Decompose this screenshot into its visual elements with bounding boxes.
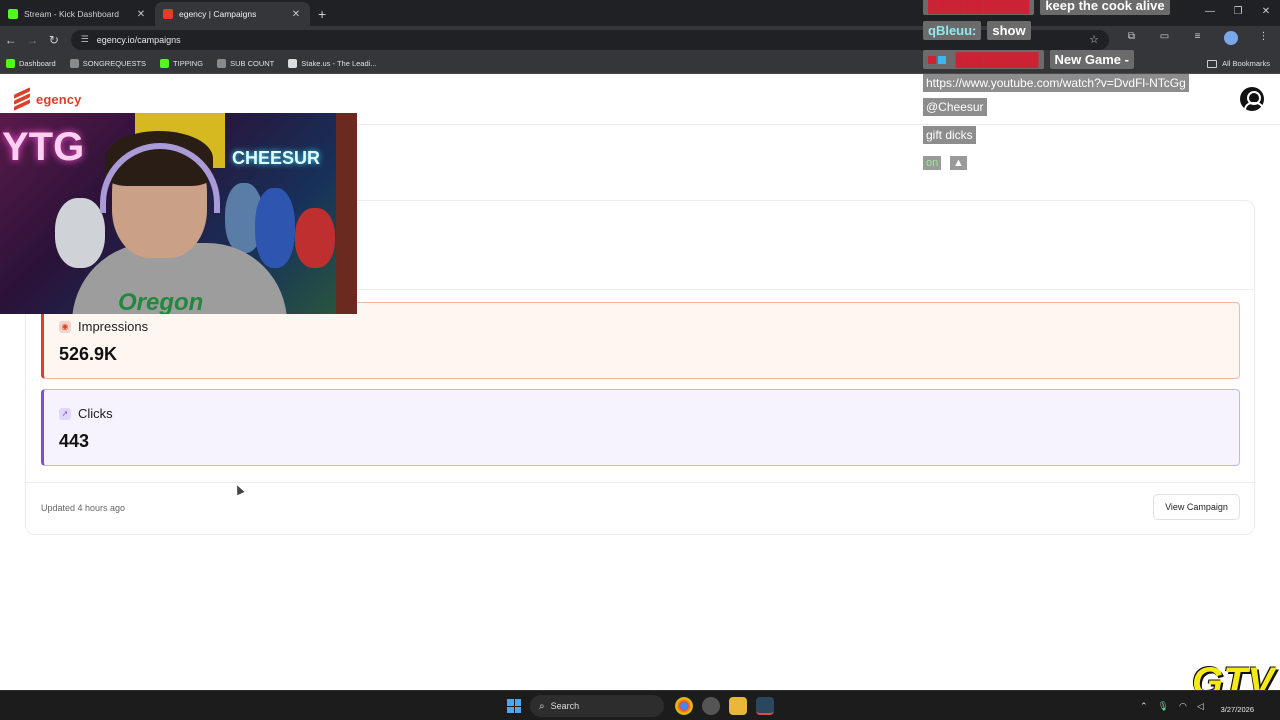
chat-username-redacted: ███████████ — [923, 0, 1035, 15]
clicks-metric: ➚ Clicks 443 — [41, 389, 1240, 466]
user-account-icon[interactable] — [1240, 87, 1264, 111]
steam-icon[interactable] — [756, 697, 774, 715]
bookmark-dashboard[interactable]: Dashboard — [6, 58, 56, 68]
bookmark-star-icon[interactable]: ☆ — [1089, 33, 1099, 46]
plush-toy — [255, 188, 295, 268]
forward-icon[interactable]: → — [22, 33, 44, 47]
chat-text: show — [987, 21, 1031, 40]
clock[interactable]: 3/27/2026 — [1212, 697, 1254, 715]
close-tab-icon[interactable]: ✕ — [135, 9, 147, 20]
kick-favicon-icon — [8, 9, 18, 19]
chat-mention: @Cheesur — [923, 98, 987, 116]
all-bookmarks-label: All Bookmarks — [1222, 59, 1270, 68]
maximize-icon[interactable]: ❐ — [1224, 0, 1252, 24]
view-campaign-button[interactable]: View Campaign — [1153, 494, 1240, 520]
metric-header: ➚ Clicks — [59, 406, 113, 421]
chat-text-line: gift dicks — [923, 126, 976, 144]
all-bookmarks-button[interactable]: All Bookmarks — [1207, 53, 1270, 74]
bookmark-label: Stake.us - The Leadi... — [301, 58, 377, 68]
bookmark-label: SONGREQUESTS — [82, 58, 147, 68]
plush-toy — [55, 198, 105, 268]
search-label: Search — [550, 701, 580, 711]
chat-text-line: on — [923, 156, 942, 170]
kick-bookmark-icon — [6, 58, 15, 68]
chat-message: qBleuu: show — [923, 21, 1037, 40]
obs-icon[interactable] — [702, 697, 720, 715]
egency-logo-icon — [14, 87, 30, 111]
file-explorer-icon[interactable] — [729, 697, 747, 715]
window-controls: — ❐ ✕ — [1196, 0, 1280, 24]
brand-name: egency — [36, 91, 82, 107]
extensions-icon[interactable]: ⧉ — [1115, 31, 1148, 48]
gear-icon — [69, 58, 79, 68]
tab-title: Stream - Kick Dashboard — [24, 9, 119, 19]
metric-header: ◉ Impressions — [59, 319, 148, 334]
back-icon[interactable]: ← — [0, 33, 22, 47]
close-window-icon[interactable]: ✕ — [1252, 0, 1280, 24]
chat-text: New Game - — [1049, 50, 1134, 69]
site-info-icon[interactable]: ☰ — [81, 34, 89, 45]
updated-timestamp: Updated 4 hours ago — [41, 503, 126, 513]
media-icon[interactable]: ≡ — [1181, 31, 1214, 48]
chat-username-redacted: █████████ — [923, 50, 1044, 69]
taskbar-search[interactable]: ⌕ Search — [530, 695, 664, 717]
plush-toy — [295, 208, 335, 268]
bookmark-label: TIPPING — [173, 58, 204, 68]
microphone-icon[interactable]: 🎙 — [1158, 701, 1169, 712]
chat-message: ███████████ keep the cook alive — [923, 0, 1176, 15]
pointer-click-icon: ➚ — [59, 407, 71, 420]
bookmark-tipping[interactable]: TIPPING — [160, 58, 204, 68]
bookmark-sub-count[interactable]: SUB COUNT — [217, 58, 275, 68]
emote-icon: ▲ — [950, 156, 967, 170]
kick-bookmark-icon — [160, 58, 170, 68]
windows-start-icon[interactable] — [507, 699, 521, 713]
profile-avatar[interactable] — [1214, 31, 1247, 48]
volume-icon[interactable]: ◁ — [1197, 701, 1204, 712]
neon-sign-cheesur: CHEESUR — [232, 148, 321, 168]
search-icon: ⌕ — [539, 700, 545, 712]
browser-toolbar: ⧉ ▭ ≡ ⋮ — [1115, 31, 1280, 48]
shelf-edge — [336, 113, 357, 314]
bookmark-songrequests[interactable]: SONGREQUESTS — [69, 58, 147, 68]
tab-kick-dashboard[interactable]: Stream - Kick Dashboard ✕ — [0, 2, 155, 26]
eye-icon: ◉ — [59, 320, 71, 333]
windows-taskbar: ⌕ Search ⌃ 🎙 ◠ ◁ 3/27/2026 — [0, 690, 1280, 720]
date-text: 3/27/2026 — [1220, 705, 1254, 714]
chat-text: keep the cook alive — [1040, 0, 1170, 15]
minimize-icon[interactable]: — — [1196, 0, 1224, 24]
divider — [26, 482, 1254, 483]
chat-username: qBleuu: — [923, 21, 982, 40]
close-tab-icon[interactable]: ✕ — [290, 9, 302, 20]
address-bar-row: ← → ↻ ☰ egency.io/campaigns ☆ ⧉ ▭ ≡ ⋮ — [0, 26, 1280, 53]
impressions-value: 526.9K — [59, 344, 118, 364]
chat-message: █████████ New Game - — [923, 50, 1140, 69]
webcam-overlay: YTG CHEESUR Oregon — [0, 113, 357, 314]
chat-link[interactable]: https://www.youtube.com/watch?v=DvdFl-NT… — [923, 74, 1189, 92]
metric-label: Clicks — [78, 406, 113, 421]
folder-icon — [1207, 59, 1218, 68]
tab-title: egency | Campaigns — [179, 9, 257, 19]
bookmark-label: Dashboard — [19, 58, 56, 68]
bookmark-label: SUB COUNT — [230, 58, 275, 68]
clicks-value: 443 — [59, 431, 90, 451]
gear-icon — [217, 58, 227, 68]
chrome-icon[interactable] — [675, 697, 693, 715]
new-tab-button[interactable]: + — [318, 2, 326, 26]
metric-label: Impressions — [78, 319, 149, 334]
egency-logo[interactable]: egency — [14, 87, 82, 111]
neon-sign-ytg: YTG — [2, 125, 85, 169]
tab-egency-campaigns[interactable]: egency | Campaigns ✕ — [155, 2, 310, 26]
chat-badges — [928, 56, 948, 64]
egency-favicon-icon — [163, 9, 173, 19]
wifi-icon[interactable]: ◠ — [1179, 701, 1187, 712]
menu-icon[interactable]: ⋮ — [1247, 31, 1280, 48]
bookmark-stake[interactable]: Stake.us - The Leadi... — [288, 58, 377, 68]
stake-icon — [288, 58, 298, 68]
system-tray: ⌃ 🎙 ◠ ◁ — [1140, 691, 1214, 720]
chevron-up-icon[interactable]: ⌃ — [1140, 701, 1148, 712]
split-view-icon[interactable]: ▭ — [1148, 31, 1181, 48]
reload-icon[interactable]: ↻ — [43, 33, 65, 47]
shirt-logo: Oregon — [118, 289, 204, 314]
